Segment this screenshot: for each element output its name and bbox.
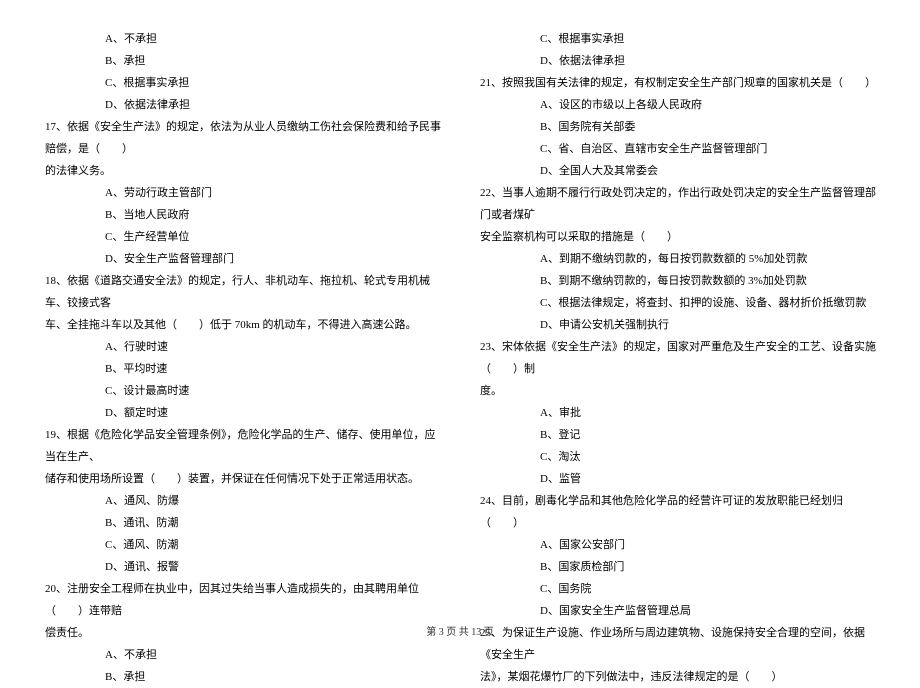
q23-option-b: B、登记 <box>475 424 880 446</box>
q21-option-a: A、设区的市级以上各级人民政府 <box>475 94 880 116</box>
q18-option-d: D、额定时速 <box>40 402 445 424</box>
q22-option-b: B、到期不缴纳罚款的，每日按罚款数额的 3%加处罚款 <box>475 270 880 292</box>
q21-text: 21、按照我国有关法律的规定，有权制定安全生产部门规章的国家机关是（ ） <box>475 72 880 94</box>
page-container: A、不承担 B、承担 C、根据事实承担 D、依据法律承担 17、依据《安全生产法… <box>0 0 920 688</box>
q25-text-line2: 法》，某烟花爆竹厂的下列做法中，违反法律规定的是（ ） <box>475 666 880 688</box>
q16-option-c: C、根据事实承担 <box>40 72 445 94</box>
q18-text-line2: 车、全挂拖斗车以及其他（ ）低于 70km 的机动车，不得进入高速公路。 <box>40 314 445 336</box>
q22-text-line1: 22、当事人逾期不履行行政处罚决定的，作出行政处罚决定的安全生产监督管理部门或者… <box>475 182 880 226</box>
q16-option-d: D、依据法律承担 <box>40 94 445 116</box>
q22-option-d: D、申请公安机关强制执行 <box>475 314 880 336</box>
q21-option-c: C、省、自治区、直辖市安全生产监督管理部门 <box>475 138 880 160</box>
q24-option-a: A、国家公安部门 <box>475 534 880 556</box>
q19-option-c: C、通风、防潮 <box>40 534 445 556</box>
q17-text-line2: 的法律义务。 <box>40 160 445 182</box>
q21-option-d: D、全国人大及其常委会 <box>475 160 880 182</box>
q18-option-b: B、平均时速 <box>40 358 445 380</box>
q20-option-d: D、依据法律承担 <box>475 50 880 72</box>
q16-option-b: B、承担 <box>40 50 445 72</box>
page-footer: 第 3 页 共 13 页 <box>0 623 920 638</box>
q20-option-b: B、承担 <box>40 666 445 688</box>
q19-text-line2: 储存和使用场所设置（ ）装置，并保证在任何情况下处于正常适用状态。 <box>40 468 445 490</box>
q18-option-c: C、设计最高时速 <box>40 380 445 402</box>
q20-option-a: A、不承担 <box>40 644 445 666</box>
q23-option-c: C、淘汰 <box>475 446 880 468</box>
q17-option-a: A、劳动行政主管部门 <box>40 182 445 204</box>
right-column: C、根据事实承担 D、依据法律承担 21、按照我国有关法律的规定，有权制定安全生… <box>475 28 880 688</box>
q18-text-line1: 18、依据《道路交通安全法》的规定，行人、非机动车、拖拉机、轮式专用机械车、铰接… <box>40 270 445 314</box>
q17-option-d: D、安全生产监督管理部门 <box>40 248 445 270</box>
q24-option-b: B、国家质检部门 <box>475 556 880 578</box>
q17-option-b: B、当地人民政府 <box>40 204 445 226</box>
q19-text-line1: 19、根据《危险化学品安全管理条例》，危险化学品的生产、储存、使用单位，应当在生… <box>40 424 445 468</box>
q16-option-a: A、不承担 <box>40 28 445 50</box>
q22-text-line2: 安全监察机构可以采取的措施是（ ） <box>475 226 880 248</box>
q17-text-line1: 17、依据《安全生产法》的规定，依法为从业人员缴纳工伤社会保险费和给予民事赔偿，… <box>40 116 445 160</box>
q24-option-d: D、国家安全生产监督管理总局 <box>475 600 880 622</box>
left-column: A、不承担 B、承担 C、根据事实承担 D、依据法律承担 17、依据《安全生产法… <box>40 28 445 688</box>
q19-option-a: A、通风、防爆 <box>40 490 445 512</box>
q17-option-c: C、生产经营单位 <box>40 226 445 248</box>
q22-option-a: A、到期不缴纳罚款的，每日按罚款数额的 5%加处罚款 <box>475 248 880 270</box>
q23-text-line1: 23、宋体依据《安全生产法》的规定，国家对严重危及生产安全的工艺、设备实施（ ）… <box>475 336 880 380</box>
q22-option-c: C、根据法律规定，将查封、扣押的设施、设备、器材折价抵缴罚款 <box>475 292 880 314</box>
q24-text: 24、目前，剧毒化学品和其他危险化学品的经营许可证的发放职能已经划归（ ） <box>475 490 880 534</box>
q19-option-d: D、通讯、报警 <box>40 556 445 578</box>
q24-option-c: C、国务院 <box>475 578 880 600</box>
q23-option-a: A、审批 <box>475 402 880 424</box>
q23-text-line2: 度。 <box>475 380 880 402</box>
q20-option-c: C、根据事实承担 <box>475 28 880 50</box>
q20-text-line1: 20、注册安全工程师在执业中，因其过失给当事人造成损失的，由其聘用单位（ ）连带… <box>40 578 445 622</box>
q23-option-d: D、监管 <box>475 468 880 490</box>
q19-option-b: B、通讯、防潮 <box>40 512 445 534</box>
q18-option-a: A、行驶时速 <box>40 336 445 358</box>
q21-option-b: B、国务院有关部委 <box>475 116 880 138</box>
